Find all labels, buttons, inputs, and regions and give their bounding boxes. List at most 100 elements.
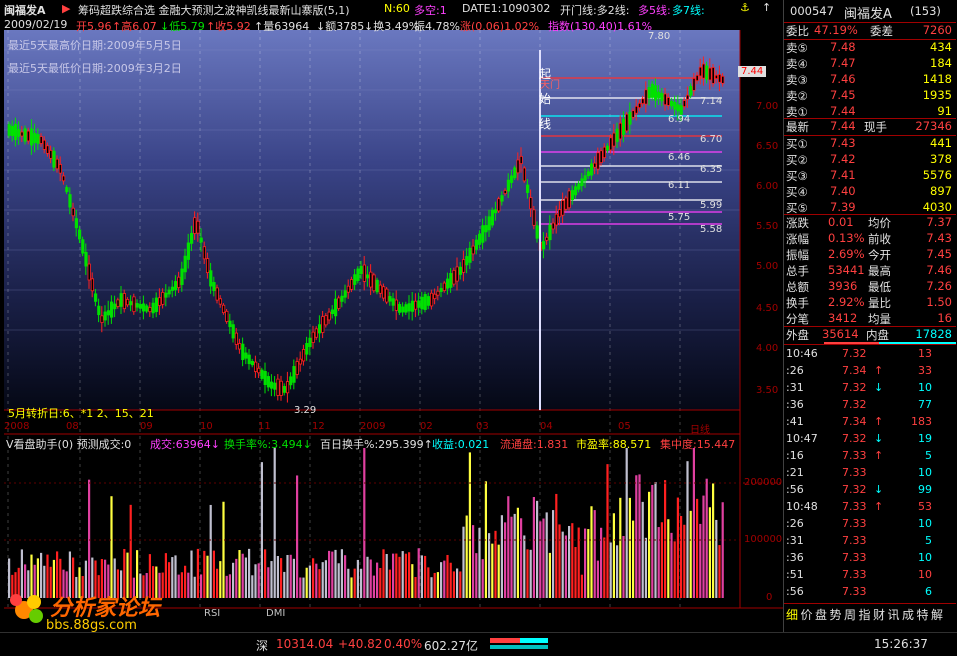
sell-label: 卖②: [786, 89, 808, 103]
candle[interactable]: [132, 293, 136, 315]
tick-price: 7.32: [842, 398, 867, 411]
volume-bar: [276, 556, 279, 598]
volume-bar: [702, 495, 705, 598]
main-kline-chart[interactable]: [0, 0, 783, 632]
quote-tab[interactable]: 解: [931, 606, 943, 623]
duo7-label: 多7线:: [672, 4, 705, 17]
stat-label: 总额: [786, 280, 809, 294]
volume-bar: [398, 556, 401, 598]
tab-rsi[interactable]: RSI: [204, 608, 220, 619]
candle[interactable]: [260, 367, 264, 381]
tick-price: 7.33: [842, 551, 867, 564]
candle[interactable]: [532, 206, 536, 230]
buy-price: 7.41: [830, 168, 856, 182]
volume-bar: [356, 559, 359, 598]
stat-value: 53441: [828, 263, 865, 277]
tick-volume: 6: [925, 585, 932, 598]
tab-dmi[interactable]: DMI: [266, 608, 285, 619]
candle[interactable]: [650, 80, 655, 101]
top-price-label: 7.80: [648, 31, 671, 42]
candle[interactable]: [225, 309, 229, 324]
volume-bar: [622, 536, 625, 598]
candle[interactable]: [356, 266, 360, 284]
candle[interactable]: [564, 195, 568, 212]
quote-bottom-tabs[interactable]: 细价盘势周指财讯成特解: [784, 606, 956, 622]
candle[interactable]: [423, 291, 427, 313]
chart-area[interactable]: 闽福发A ▶ 筹码超跌综合选 金融大预测之波神凯线最新山寨版(5,1) N:60…: [0, 0, 783, 633]
candle[interactable]: [385, 287, 389, 305]
volume-bar: [718, 545, 721, 598]
volume-bar: [420, 555, 423, 598]
amount-value: ↓额3785: [316, 20, 365, 33]
candle[interactable]: [452, 267, 456, 287]
price-tick: 5.50: [756, 221, 779, 232]
candle[interactable]: [625, 112, 629, 133]
quote-tab[interactable]: 价: [801, 606, 813, 623]
volume-bar: [228, 574, 231, 598]
tick-time: :36: [786, 551, 804, 564]
triangle-icon[interactable]: ▶: [62, 2, 70, 15]
candle[interactable]: [513, 165, 517, 180]
volume-bar: [273, 448, 276, 598]
volume-bar: [616, 545, 619, 598]
quote-tab[interactable]: 周: [844, 606, 856, 623]
volume-bar: [344, 555, 347, 598]
candle[interactable]: [490, 207, 495, 228]
date-tick: 02: [420, 421, 433, 432]
arrow-up-icon[interactable]: ↑: [762, 1, 771, 14]
quote-tab[interactable]: 讯: [888, 606, 900, 623]
quote-tab[interactable]: 盘: [815, 606, 827, 623]
candle[interactable]: [372, 272, 376, 293]
tick-volume: 10: [918, 466, 932, 479]
stat-label: 最低: [868, 280, 891, 294]
volume-bar: [721, 502, 724, 598]
candle[interactable]: [711, 63, 715, 87]
volume-bar: [619, 497, 622, 598]
tick-price: 7.33: [842, 568, 867, 581]
candle[interactable]: [52, 147, 56, 172]
quote-tab[interactable]: 财: [873, 606, 885, 623]
candle[interactable]: [567, 187, 571, 211]
candle[interactable]: [81, 236, 85, 257]
quote-tab[interactable]: 成: [902, 606, 914, 623]
volume-bar: [705, 478, 708, 598]
volume-bar: [568, 525, 571, 598]
volume-bar: [369, 559, 372, 598]
stat-value: 2.92%: [828, 295, 865, 309]
volume-bar: [286, 554, 289, 598]
candle[interactable]: [337, 295, 341, 311]
volume-bar: [424, 555, 427, 598]
volume-bar: [110, 496, 113, 598]
level-mark-tianmen: 天门: [540, 80, 560, 91]
price-tick: 3.50: [756, 385, 779, 396]
quote-tab[interactable]: 细: [786, 606, 798, 623]
volume-bar: [260, 462, 263, 598]
quote-stock-name: 闽福发A: [844, 7, 892, 22]
volume-bar: [596, 560, 599, 598]
strength-bar-red: [490, 638, 520, 643]
volume-bar: [481, 559, 484, 598]
volume-value: ↑量63964: [254, 20, 310, 33]
level-mark-xian: 线: [539, 117, 552, 131]
volume-bar: [385, 553, 388, 598]
volume-bar: [267, 567, 270, 598]
anchor-icon[interactable]: ⚓: [740, 1, 750, 14]
volume-bar: [699, 523, 702, 598]
tick-volume: 10: [918, 568, 932, 581]
volume-bar: [683, 524, 686, 598]
date-tick: 2009: [360, 421, 386, 432]
candle[interactable]: [375, 277, 379, 295]
quote-tab[interactable]: 特: [917, 606, 929, 623]
volume-bar: [536, 500, 539, 598]
volume-bar: [305, 567, 308, 598]
stat-value: 7.46: [926, 263, 952, 277]
volume-bar: [500, 515, 503, 598]
candle[interactable]: [497, 196, 501, 213]
quote-tab[interactable]: 指: [859, 606, 871, 623]
candle[interactable]: [522, 165, 527, 183]
volume-bar: [692, 448, 695, 598]
quote-tab[interactable]: 势: [830, 606, 842, 623]
tick-time: 10:47: [786, 432, 818, 445]
volume-bar: [491, 543, 494, 598]
date-tick: 04: [540, 421, 553, 432]
